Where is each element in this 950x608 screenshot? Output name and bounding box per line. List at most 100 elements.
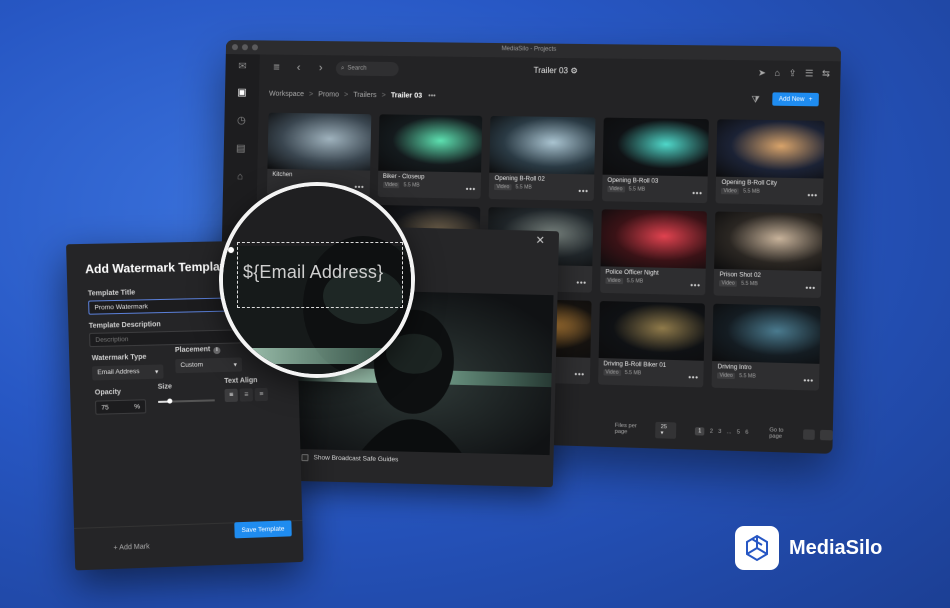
add-new-label: Add New: [778, 96, 805, 103]
more-options-icon[interactable]: •••: [576, 278, 586, 287]
more-options-icon[interactable]: •••: [807, 191, 818, 200]
filter-icon[interactable]: ⧩: [751, 94, 760, 105]
upload-icon[interactable]: ⇪: [788, 68, 796, 79]
info-icon[interactable]: i: [213, 346, 221, 355]
menu-icon[interactable]: ≡: [269, 62, 283, 74]
breadcrumb-item[interactable]: Workspace: [269, 90, 304, 98]
more-options-icon[interactable]: •••: [692, 189, 703, 198]
asset-card[interactable]: Opening B-Roll 03 Video 5.5 MB •••: [601, 117, 710, 204]
asset-thumbnail[interactable]: [714, 211, 823, 272]
opacity-label: Opacity: [94, 388, 122, 397]
settings-icon[interactable]: ⚙: [570, 66, 578, 75]
template-description-label: Template Description: [88, 321, 161, 330]
template-title-label: Template Title: [87, 289, 136, 298]
search-placeholder: Search: [347, 65, 367, 72]
toolbar: ≡ ‹ › ⌕ Search Trailer 03 ⚙ ➤ ⌂ ⇪ ☰ ⇆: [259, 54, 841, 88]
watermark-text: ${Email Address}: [243, 262, 384, 282]
send-icon[interactable]: ➤: [758, 67, 766, 78]
watermark-type-select[interactable]: Email Address ▾: [91, 364, 164, 381]
add-new-plus-icon: +: [808, 96, 813, 103]
more-options-icon[interactable]: •••: [688, 373, 699, 382]
files-per-page-label: Files per page: [614, 422, 637, 436]
projects-icon[interactable]: ▣: [235, 86, 249, 100]
page-link[interactable]: 1: [694, 427, 705, 436]
asset-card[interactable]: Driving Intro Video 5.5 MB •••: [711, 303, 821, 391]
asset-type-badge: Video: [719, 280, 738, 287]
align-right-icon[interactable]: ≡: [254, 387, 269, 402]
asset-type-badge: Video: [717, 372, 736, 380]
dialog-title: Add Watermark Template: [84, 259, 231, 277]
resize-handle[interactable]: [227, 246, 235, 254]
opacity-input[interactable]: 75 %: [95, 399, 147, 415]
asset-card[interactable]: Opening B-Roll 02 Video 5.5 MB •••: [488, 115, 596, 201]
watermark-magnifier: ${Email Address}: [219, 182, 415, 378]
clock-icon[interactable]: ◷: [234, 114, 248, 128]
files-per-page-select[interactable]: 25 ▾: [655, 421, 677, 439]
add-mark-button[interactable]: + Add Mark: [113, 543, 149, 551]
safe-guides-toggle[interactable]: Show Broadcast Safe Guides: [301, 454, 398, 463]
asset-thumbnail[interactable]: [489, 115, 596, 175]
inbox-icon[interactable]: ✉: [235, 60, 249, 74]
home-icon[interactable]: ⌂: [233, 170, 247, 184]
chevron-down-icon: ▾: [154, 368, 159, 376]
pagination: Files per page 25 ▾ 1 2 3 ... 5 6 Go to …: [615, 421, 833, 444]
page-ellipsis: ...: [726, 429, 732, 436]
search-icon: ⌕: [340, 64, 345, 72]
asset-thumbnail[interactable]: [712, 303, 821, 364]
back-icon[interactable]: ‹: [292, 62, 306, 74]
asset-card[interactable]: Prison Shot 02 Video 5.5 MB •••: [713, 211, 823, 298]
save-template-button[interactable]: Save Template: [234, 520, 292, 539]
share-icon[interactable]: ⇆: [822, 68, 830, 79]
gallery-icon[interactable]: ▤: [234, 142, 248, 156]
breadcrumb-more-icon[interactable]: •••: [428, 92, 436, 99]
next-page-button[interactable]: [820, 429, 833, 441]
align-center-icon[interactable]: ≡: [239, 388, 253, 402]
breadcrumb-item[interactable]: Trailers: [353, 91, 376, 98]
asset-thumbnail[interactable]: [598, 300, 706, 361]
page-link[interactable]: 2: [710, 429, 713, 435]
template-description-input[interactable]: Description: [89, 329, 242, 348]
page-link[interactable]: 5: [737, 429, 740, 435]
size-slider[interactable]: [158, 398, 215, 404]
add-new-button[interactable]: Add New +: [772, 92, 819, 107]
asset-thumbnail[interactable]: [602, 117, 710, 177]
close-icon[interactable]: ✕: [535, 234, 545, 247]
size-slider-handle[interactable]: [166, 398, 173, 404]
asset-thumbnail[interactable]: [377, 114, 483, 173]
page-link[interactable]: 3: [718, 429, 721, 435]
align-left-icon[interactable]: ≡: [224, 388, 238, 403]
asset-card[interactable]: Police Officer Night Video 5.5 MB •••: [599, 209, 708, 296]
breadcrumb: Workspace > Promo > Trailers > Trailer 0…: [269, 85, 830, 111]
asset-thumbnail[interactable]: [600, 209, 708, 269]
more-options-icon[interactable]: •••: [578, 186, 588, 195]
asset-card[interactable]: Opening B-Roll City Video 5.5 MB •••: [715, 119, 825, 206]
more-options-icon[interactable]: •••: [574, 370, 584, 379]
more-options-icon[interactable]: •••: [803, 376, 814, 386]
more-options-icon[interactable]: •••: [805, 283, 816, 293]
template-title-input[interactable]: Promo Watermark: [88, 297, 241, 315]
asset-thumbnail[interactable]: [267, 112, 371, 171]
asset-size: 5.5 MB: [628, 186, 646, 193]
safe-guides-checkbox[interactable]: [301, 454, 309, 462]
asset-card[interactable]: Driving B-Roll Biker 01 Video 5.5 MB •••: [597, 300, 706, 388]
asset-thumbnail[interactable]: [716, 119, 825, 179]
files-per-page-value: 25: [660, 424, 668, 431]
add-mark-label: Add Mark: [119, 543, 150, 552]
more-options-icon[interactable]: •••: [466, 184, 476, 193]
list-icon[interactable]: ☰: [805, 68, 814, 79]
asset-title: Opening B-Roll City: [721, 179, 778, 187]
home-icon[interactable]: ⌂: [774, 68, 780, 79]
breadcrumb-current: Trailer 03: [390, 91, 423, 100]
asset-type-badge: Video: [607, 185, 625, 193]
go-to-page-input[interactable]: [802, 429, 816, 440]
size-label: Size: [157, 383, 173, 391]
brand-logo: MediaSilo: [735, 526, 882, 570]
forward-icon[interactable]: ›: [314, 62, 328, 74]
more-options-icon[interactable]: •••: [690, 281, 701, 290]
project-title-text: Trailer 03: [533, 65, 569, 76]
watermark-type-value: Email Address: [97, 368, 140, 377]
breadcrumb-item[interactable]: Promo: [318, 91, 339, 98]
search-input[interactable]: ⌕ Search: [335, 61, 399, 77]
watermark-type-label: Watermark Type: [91, 353, 147, 363]
page-link[interactable]: 6: [745, 430, 748, 436]
